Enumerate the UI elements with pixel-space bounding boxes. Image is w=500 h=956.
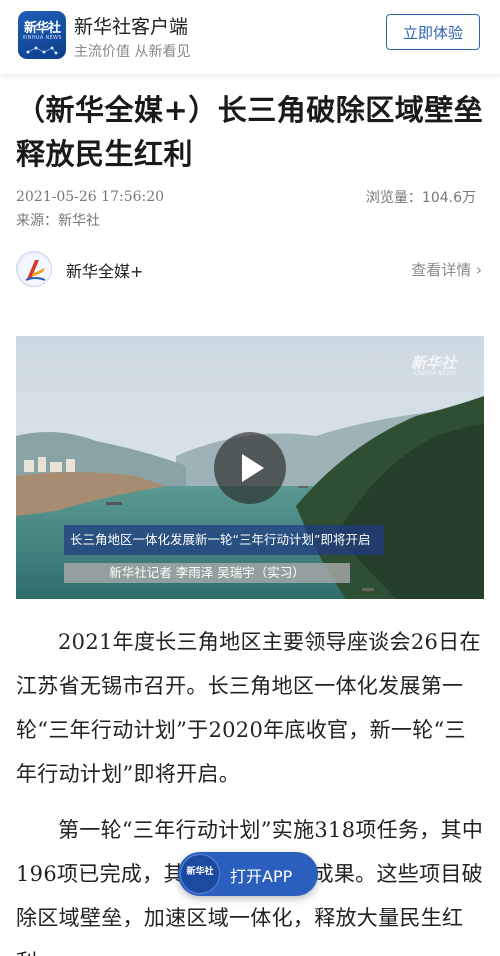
view-count: 浏览量：104.6万 [365,190,476,206]
xinhua-allmedia-icon [16,251,52,287]
pill-logo-text: 新华社 [186,867,214,877]
channel-name: 新华全媒+ [66,262,144,281]
logo-text: 新华社 [23,21,61,36]
play-icon[interactable] [214,432,286,504]
try-now-button[interactable]: 立即体验 [386,14,480,50]
app-slogan: 主流价值 从新看见 [74,44,191,60]
channel-row[interactable]: 新华全媒+ 查看详情 › [16,251,482,289]
article-source: 来源：新华社 [16,213,100,229]
app-name: 新华社客户端 [74,16,189,38]
app-download-banner: 新华社 XINHUA NEWS 新华社客户端 主流价值 从新看见 立即体验 [0,0,500,74]
open-app-button[interactable]: 新华社 打开APP [178,852,318,896]
xinhua-logo-icon: 新华社 XINHUA NEWS [18,11,66,59]
logo-network-graphic [26,46,58,55]
article-title: （新华全媒+）长三角破除区域壁垒 释放民生红利 [16,93,484,171]
video-watermark-sub: XINHUA NEWS [412,370,456,377]
publish-datetime: 2021-05-26 17:56:20 [16,189,165,205]
article-paragraph: 2021年度长三角地区主要领导座谈会26日在江苏省无锡市召开。长三角地区一体化发… [16,630,481,786]
video-caption-credit: 新华社记者 李雨泽 吴瑞宇（实习） [64,563,350,583]
open-app-label: 打开APP [230,867,293,886]
video-caption-title: 长三角地区一体化发展新一轮“三年行动计划”即将开启 [64,525,384,555]
video-player[interactable]: 新华社 XINHUA NEWS 长三角地区一体化发展新一轮“三年行动计划”即将开… [16,336,484,599]
xinhua-logo-icon: 新华社 [180,854,220,894]
view-details-link[interactable]: 查看详情 › [411,259,482,280]
logo-subtext: XINHUA NEWS [22,35,62,41]
